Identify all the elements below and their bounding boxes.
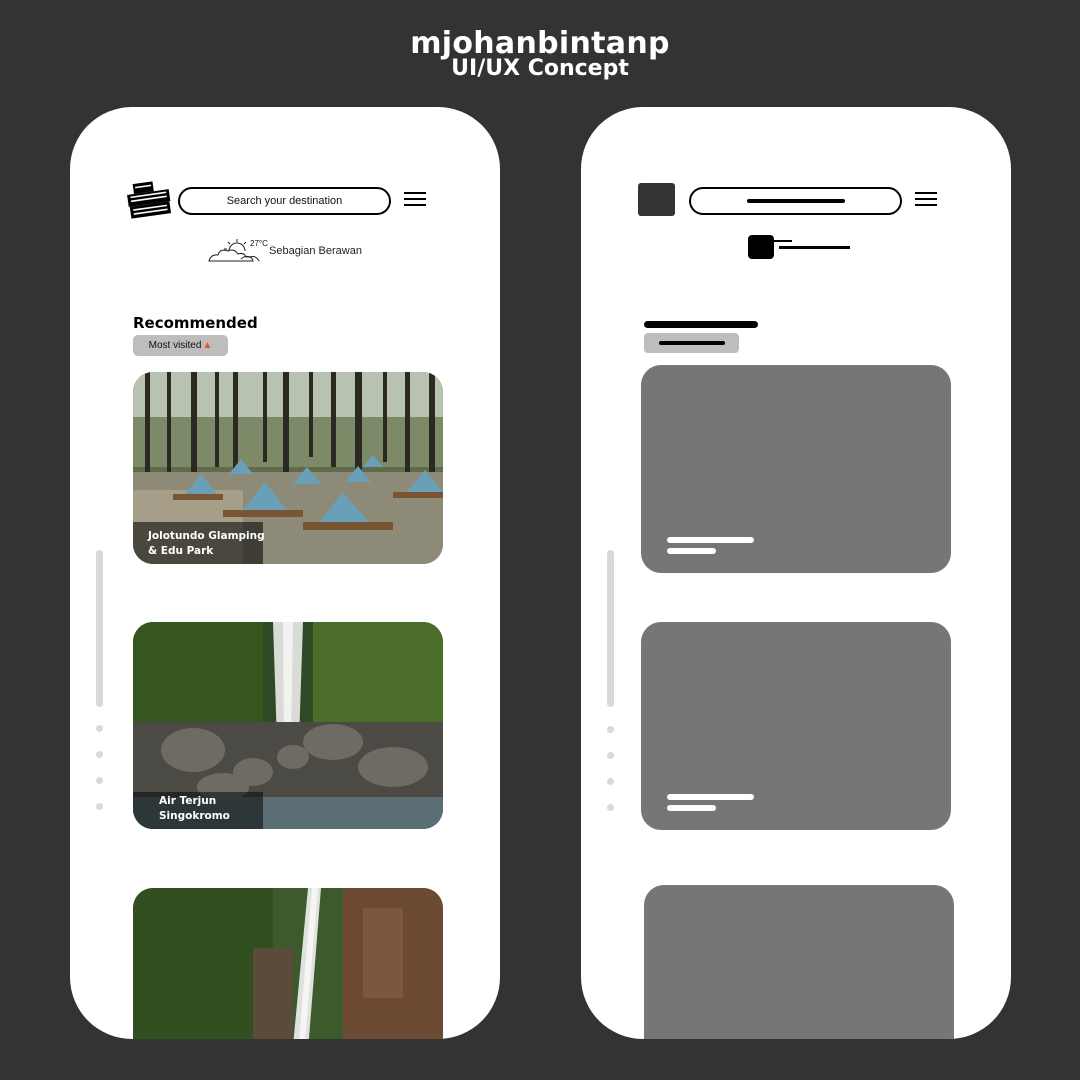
destination-card[interactable]: Air Terjun Singokromo <box>133 622 443 829</box>
phone-mockup-final: Search your destination 27°C Sebagian Be… <box>70 107 500 1039</box>
tag-label: Most visited <box>148 340 202 351</box>
most-visited-tag[interactable]: Most visited ▲ <box>133 335 228 356</box>
page-dot <box>607 726 614 733</box>
app-logo[interactable] <box>127 181 171 219</box>
phone-mockup-wireframe <box>581 107 1011 1039</box>
card-title: Air Terjun Singokromo <box>159 795 230 822</box>
search-placeholder: Search your destination <box>226 195 343 207</box>
temperature-placeholder <box>766 240 792 242</box>
page-dot <box>607 778 614 785</box>
scroll-indicator-placeholder <box>607 550 614 707</box>
card-placeholder <box>641 365 951 573</box>
fire-icon: ▲ <box>202 340 213 351</box>
scroll-indicator[interactable] <box>96 550 103 707</box>
weather-text-placeholder <box>779 246 850 249</box>
card-subtitle-placeholder <box>667 548 716 554</box>
page-dot[interactable] <box>96 803 103 810</box>
cliff-waterfall-photo <box>133 888 443 1039</box>
logo-placeholder <box>638 183 675 216</box>
page-dot[interactable] <box>96 725 103 732</box>
page-subtitle: UI/UX Concept <box>451 56 629 81</box>
destination-card[interactable]: Jolotundo Glamping & Edu Park <box>133 372 443 564</box>
card-title-placeholder <box>667 794 754 800</box>
weather-icon-placeholder <box>748 235 774 259</box>
section-title-placeholder <box>644 321 758 328</box>
card-title-placeholder <box>667 537 754 543</box>
page-dot[interactable] <box>96 777 103 784</box>
page-dot[interactable] <box>96 751 103 758</box>
temperature-text: 27°C <box>250 239 268 248</box>
hamburger-icon <box>915 192 939 210</box>
card-subtitle-placeholder <box>667 805 716 811</box>
tag-text-placeholder <box>659 341 725 345</box>
search-input[interactable]: Search your destination <box>178 187 391 215</box>
card-placeholder <box>644 885 954 1039</box>
page-dot <box>607 752 614 759</box>
hamburger-icon[interactable] <box>404 192 428 210</box>
section-title: Recommended <box>133 314 258 332</box>
card-placeholder <box>641 622 951 830</box>
search-text-placeholder <box>747 199 845 203</box>
weather-condition-text: Sebagian Berawan <box>269 245 362 257</box>
card-title: Jolotundo Glamping & Edu Park <box>148 530 265 557</box>
page-dot <box>607 804 614 811</box>
destination-card[interactable] <box>133 888 443 1039</box>
